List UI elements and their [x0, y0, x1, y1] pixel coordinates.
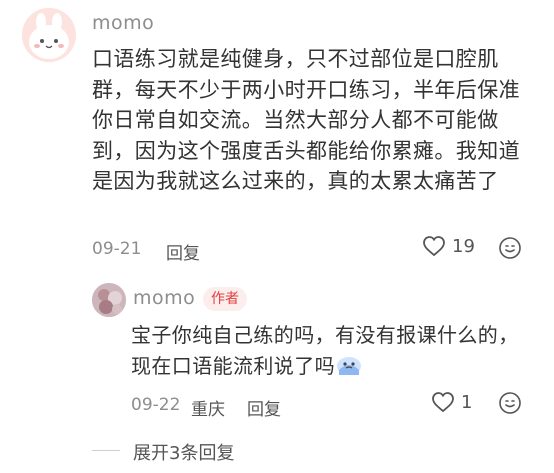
reply-location: 重庆 [191, 400, 225, 420]
heart-icon [423, 236, 445, 257]
reply-text: 宝子你纯自己练的吗，有没有报课什么的，现在口语能流利说了吗 [131, 323, 519, 378]
reply-reply-button[interactable]: 回复 [247, 395, 281, 420]
reply-like-button[interactable]: 1 [431, 391, 472, 413]
crying-emoji-icon [337, 357, 361, 375]
reply-username[interactable]: momo [133, 287, 195, 309]
reply-date: 09-22 [131, 395, 181, 415]
bunny-avatar-icon [22, 8, 76, 62]
author-badge: 作者 [203, 287, 247, 311]
emoji-reaction-icon[interactable] [498, 236, 522, 260]
expand-divider [92, 450, 120, 451]
reply-avatar[interactable] [92, 283, 126, 317]
like-count: 1 [461, 391, 473, 413]
comment-like-button[interactable]: 19 [422, 235, 475, 257]
emoji-reaction-icon[interactable] [498, 391, 522, 415]
flower-avatar-icon [92, 283, 126, 317]
comment-reply-button[interactable]: 回复 [166, 239, 200, 264]
comment-date: 09-21 [92, 239, 142, 259]
heart-icon [432, 392, 454, 413]
expand-replies-button[interactable]: 展开3条回复 [133, 439, 234, 465]
like-count: 19 [452, 235, 475, 257]
comment-text: 口语练习就是纯健身，只不过部位是口腔肌群，每天不少于两小时开口练习，半年后保准你… [92, 47, 520, 193]
comment-username[interactable]: momo [92, 12, 154, 34]
avatar[interactable] [22, 8, 76, 62]
